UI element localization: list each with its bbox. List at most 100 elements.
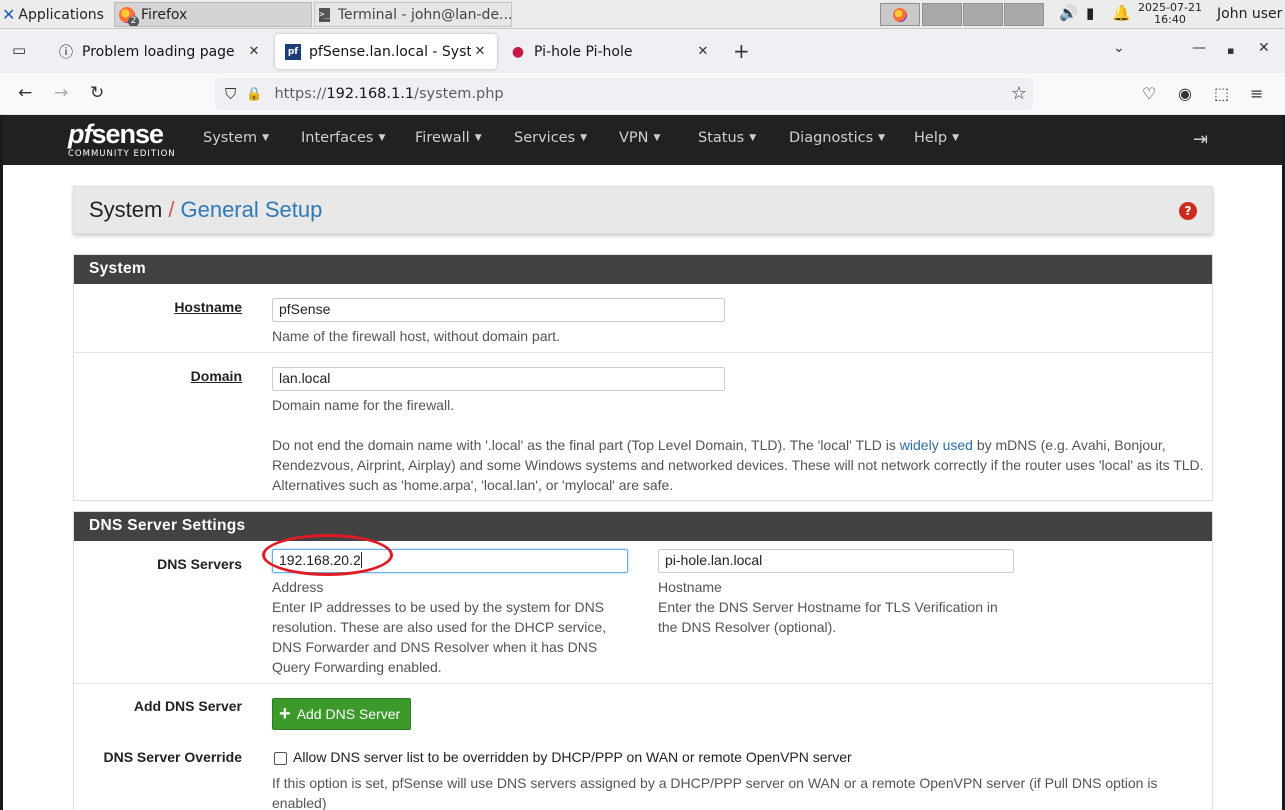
menu-label: System <box>203 130 258 146</box>
caret-down-icon: ▼ <box>474 133 482 143</box>
hamburger-menu-icon[interactable]: ≡ <box>1250 84 1263 103</box>
dns-address-input[interactable]: 192.168.20.2 <box>272 549 628 573</box>
dns-override-label: DNS Server Override <box>103 749 242 765</box>
add-dns-server-label: Add DNS Server <box>133 698 242 714</box>
forward-icon[interactable]: → <box>54 83 68 103</box>
menu-system[interactable]: System ▼ <box>203 130 269 146</box>
tracking-shield-icon[interactable]: ⛉ <box>225 85 236 103</box>
hostname-caption: Hostname <box>658 579 722 595</box>
hostname-label[interactable]: Hostname <box>174 299 242 315</box>
extensions-icon[interactable]: ⬚ <box>1214 84 1229 103</box>
menu-label: Help <box>914 130 948 146</box>
workspace-3[interactable] <box>963 3 1003 26</box>
browser-nav-bar: ← → ↻ ⛉ 🔒 https://192.168.1.1/system.php… <box>0 73 1285 115</box>
dns-servers-label: DNS Servers <box>157 556 242 572</box>
firefox-view-icon[interactable]: ▭ <box>12 41 32 61</box>
applications-label: Applications <box>18 6 104 23</box>
desktop-taskbar: ✕ Applications ⋮ 2 Firefox >_ Terminal -… <box>0 0 1285 29</box>
tab-title: Problem loading page <box>82 43 235 60</box>
close-window-icon[interactable]: ✕ <box>1258 40 1270 56</box>
url-text[interactable]: https://192.168.1.1/system.php <box>274 86 503 102</box>
tab-pihole[interactable]: ● Pi-hole Pi-hole ✕ <box>500 34 720 69</box>
window-count-badge: 2 <box>128 15 139 26</box>
menu-interfaces[interactable]: Interfaces ▼ <box>301 130 385 146</box>
taskbar-firefox[interactable]: 2 Firefox <box>114 2 312 27</box>
domain-label[interactable]: Domain <box>191 368 242 384</box>
pocket-icon[interactable]: ♡ <box>1142 84 1156 103</box>
breadcrumb-current[interactable]: General Setup <box>180 197 322 222</box>
bookmark-star-icon[interactable]: ☆ <box>1011 83 1027 104</box>
close-tab-icon[interactable]: ✕ <box>245 44 263 59</box>
logo-word-sense: sense <box>91 119 164 149</box>
dns-override-checkbox-text[interactable]: Allow DNS server list to be overridden b… <box>293 749 852 765</box>
menu-status[interactable]: Status ▼ <box>698 130 756 146</box>
dns-hostname-help: Enter the DNS Server Hostname for TLS Ve… <box>658 599 998 635</box>
dns-address-value: 192.168.20.2 <box>279 552 361 568</box>
lock-warning-icon[interactable]: 🔒 <box>246 87 262 102</box>
workspace-2[interactable] <box>922 3 962 26</box>
terminal-icon: >_ <box>319 7 330 22</box>
url-host: 192.168.1.1 <box>326 86 415 102</box>
workspace-4[interactable] <box>1004 3 1044 26</box>
menu-diagnostics[interactable]: Diagnostics ▼ <box>789 130 885 146</box>
workspace-1[interactable] <box>880 3 920 26</box>
applications-menu[interactable]: ✕ Applications ⋮ <box>2 2 112 27</box>
taskbar-terminal[interactable]: >_ Terminal - john@lan-de... <box>314 2 512 27</box>
tab-pfsense[interactable]: pf pfSense.lan.local - System ✕ <box>275 34 497 69</box>
menu-label: Services <box>514 130 576 146</box>
text-cursor <box>360 552 362 568</box>
logout-icon[interactable]: ⇥ <box>1193 129 1208 150</box>
volume-icon[interactable]: 🔊 <box>1059 4 1078 22</box>
firefox-icon <box>893 7 907 22</box>
minimize-icon[interactable]: — <box>1192 40 1206 56</box>
caret-down-icon: ▼ <box>878 133 886 143</box>
menu-label: VPN <box>619 130 649 146</box>
url-bar[interactable]: ⛉ 🔒 https://192.168.1.1/system.php ☆ <box>215 78 1033 110</box>
maximize-icon[interactable]: ▪ <box>1227 44 1234 57</box>
menu-help[interactable]: Help ▼ <box>914 130 959 146</box>
clock-time: 16:40 <box>1154 13 1186 26</box>
menu-services[interactable]: Services ▼ <box>514 130 587 146</box>
plus-icon: + <box>279 703 291 725</box>
warning-text: Do not end the domain name with '.local'… <box>272 437 896 453</box>
browser-tab-bar: ▭ ⓘ Problem loading page ✕ pf pfSense.la… <box>0 29 1285 73</box>
list-all-tabs-icon[interactable]: ⌄ <box>1113 40 1125 56</box>
tab-title: pfSense.lan.local - System <box>309 43 471 60</box>
widely-used-link[interactable]: widely used <box>900 437 973 453</box>
panel-title: DNS Server Settings <box>74 512 1212 541</box>
close-tab-icon[interactable]: ✕ <box>471 44 489 59</box>
reload-icon[interactable]: ↻ <box>90 83 104 103</box>
menu-vpn[interactable]: VPN ▼ <box>619 130 660 146</box>
menu-firewall[interactable]: Firewall ▼ <box>415 130 482 146</box>
address-caption: Address <box>272 579 324 595</box>
account-icon[interactable]: ◉ <box>1178 84 1192 103</box>
dns-override-help: If this option is set, pfSense will use … <box>272 775 1158 810</box>
tab-problem-loading[interactable]: ⓘ Problem loading page ✕ <box>48 34 271 69</box>
help-icon[interactable]: ? <box>1179 202 1197 220</box>
battery-icon[interactable]: ▮ <box>1086 4 1094 22</box>
menu-label: Diagnostics <box>789 130 874 146</box>
new-tab-icon[interactable]: + <box>733 39 750 63</box>
firefox-icon: 2 <box>119 6 139 26</box>
info-icon: ⓘ <box>59 44 73 61</box>
add-dns-server-button[interactable]: + Add DNS Server <box>272 698 412 730</box>
button-label: Add DNS Server <box>296 706 401 722</box>
close-tab-icon[interactable]: ✕ <box>694 44 712 59</box>
url-path: /system.php <box>414 86 504 102</box>
menu-label: Interfaces <box>301 130 374 146</box>
raspberry-icon: ● <box>511 43 525 60</box>
domain-input[interactable]: lan.local <box>272 367 725 391</box>
hostname-input[interactable]: pfSense <box>272 298 725 322</box>
dns-server-settings-panel: DNS Server Settings DNS Servers 192.168.… <box>73 511 1213 810</box>
dns-override-checkbox[interactable] <box>274 752 287 765</box>
dns-hostname-input[interactable]: pi-hole.lan.local <box>658 549 1014 573</box>
menu-label: Status <box>698 130 745 146</box>
menu-grip-icon: ⋮ <box>108 7 112 23</box>
notification-bell-icon[interactable]: 🔔 <box>1112 4 1131 22</box>
clock[interactable]: 2025-07-21 16:40 <box>1138 2 1202 26</box>
user-menu[interactable]: John user <box>1217 6 1282 22</box>
tab-title: Pi-hole Pi-hole <box>534 43 633 60</box>
pfsense-logo[interactable]: pfsense COMMUNITY EDITION <box>68 119 176 159</box>
url-prefix: https:// <box>274 86 327 102</box>
back-icon[interactable]: ← <box>18 83 32 103</box>
